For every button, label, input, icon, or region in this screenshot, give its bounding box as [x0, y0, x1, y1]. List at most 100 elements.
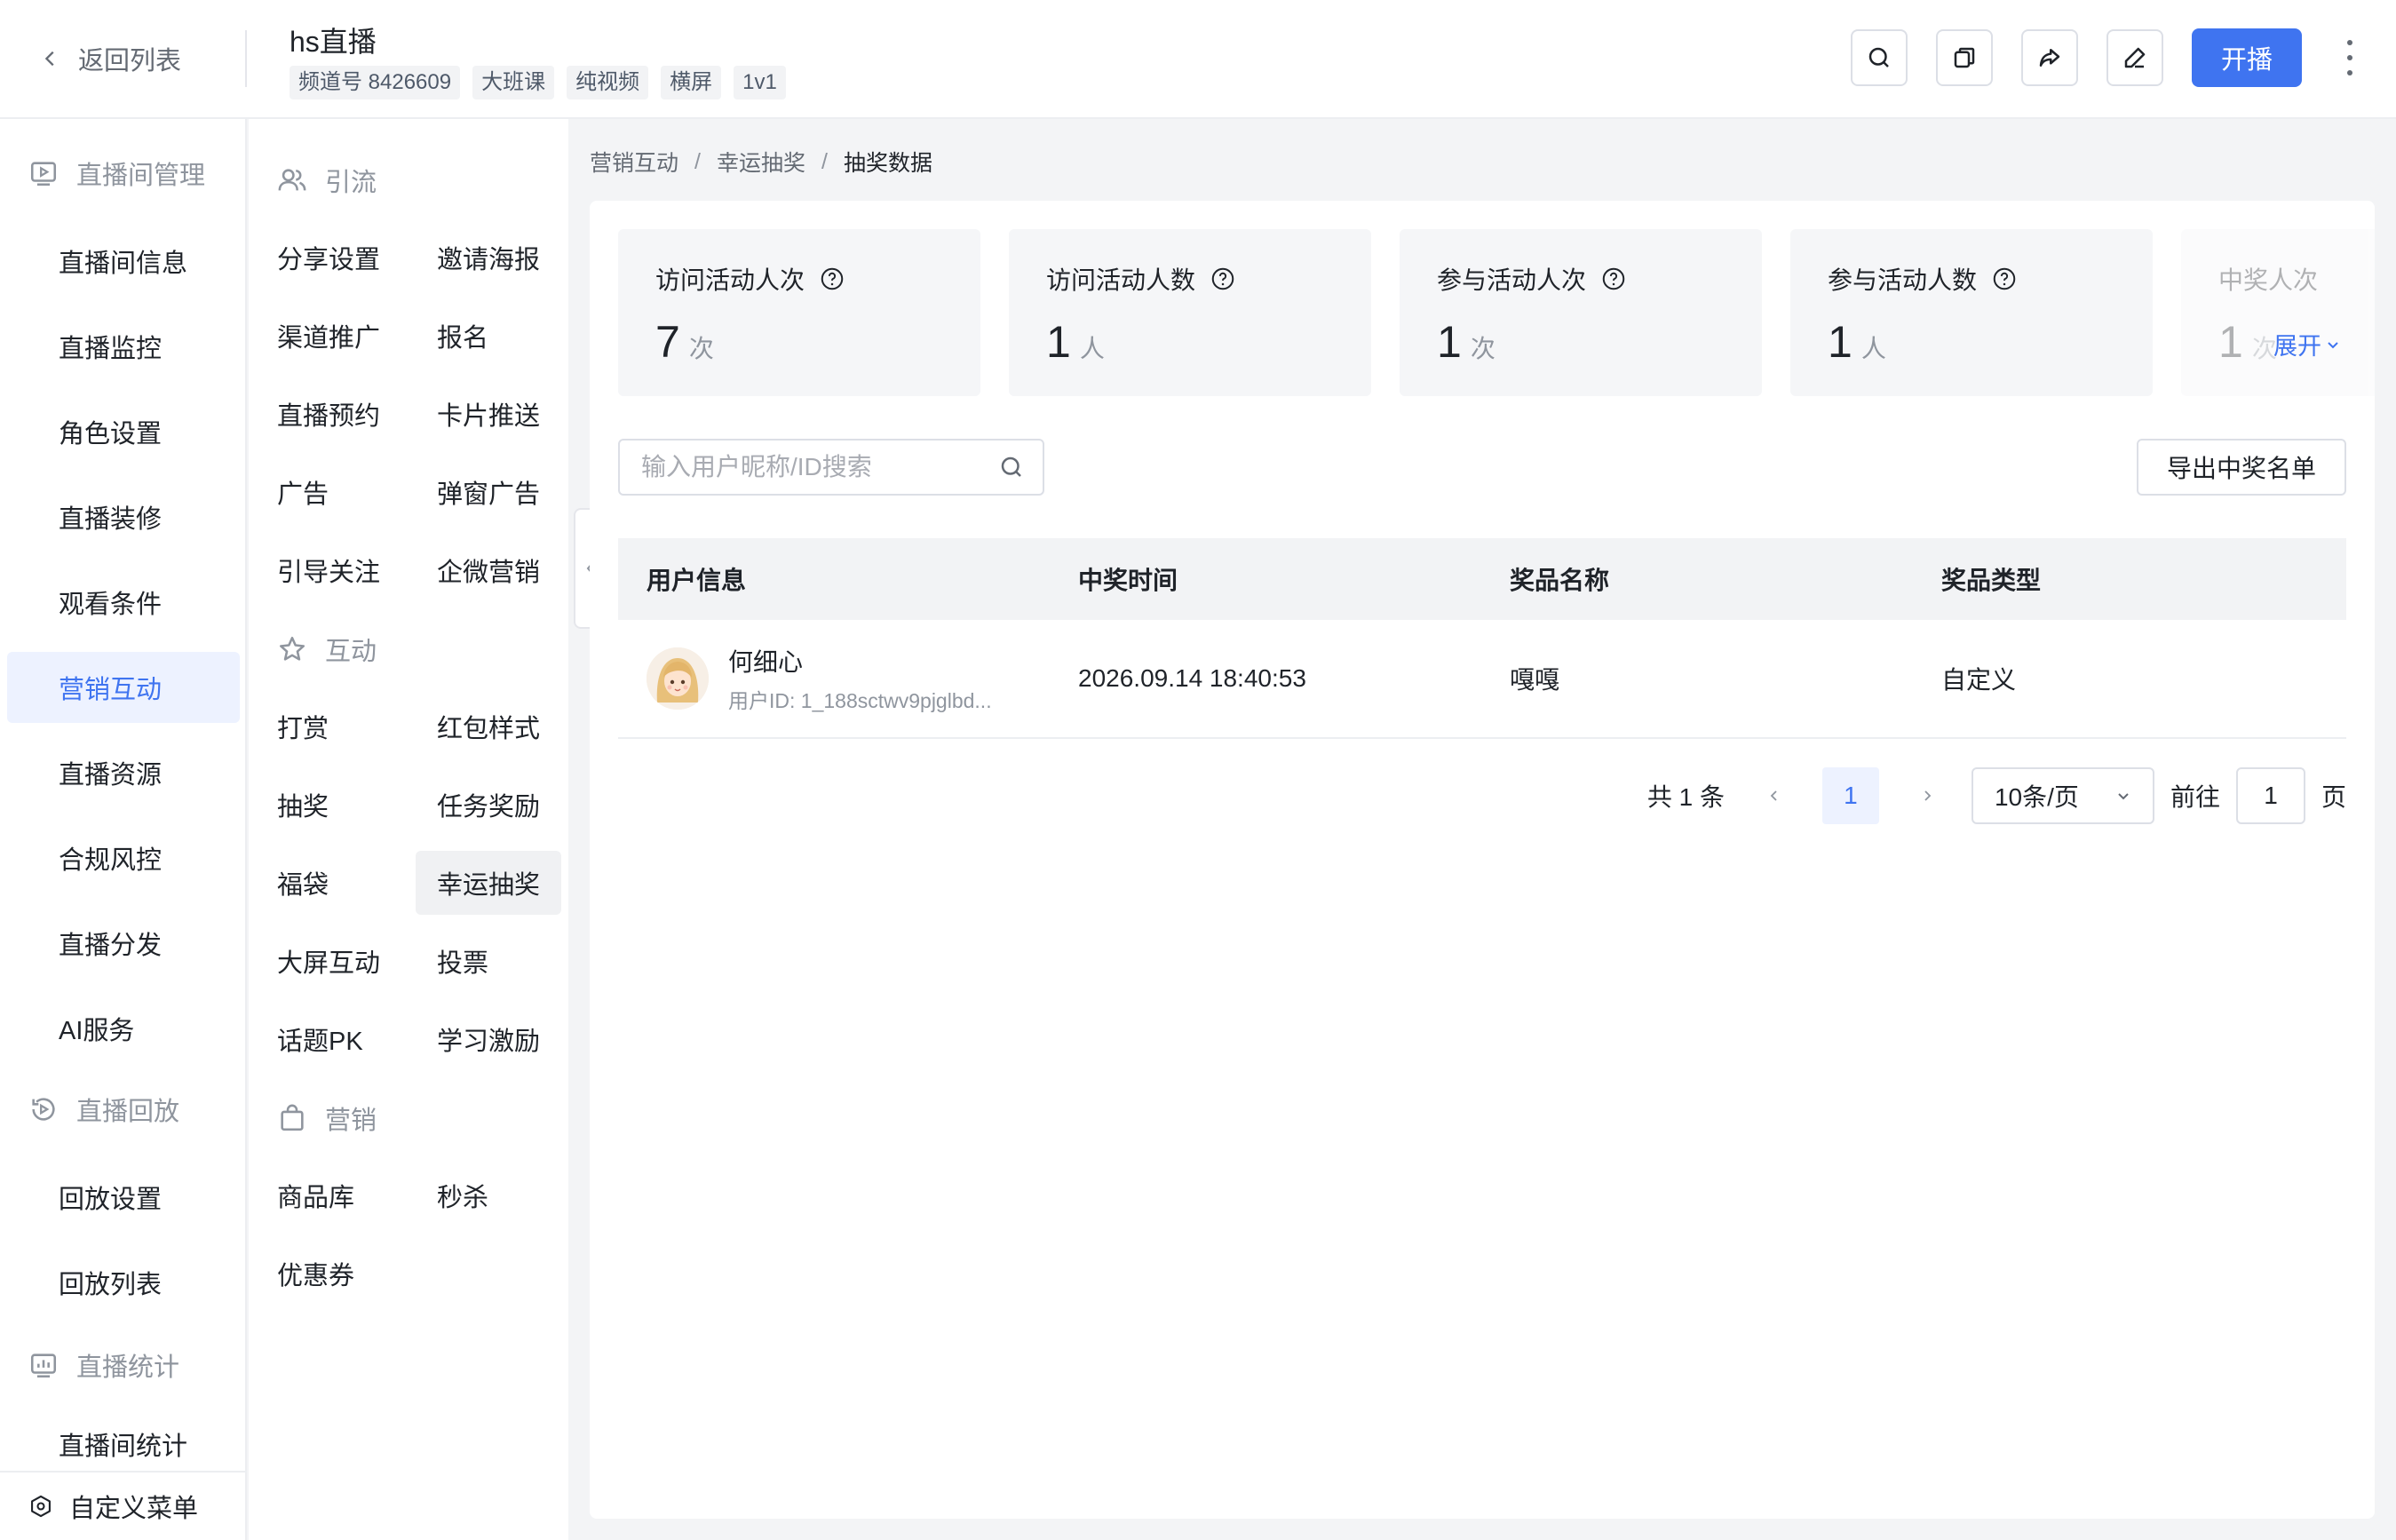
submenu-item-invite-poster[interactable]: 邀请海报	[416, 226, 561, 290]
page-number-button[interactable]: 1	[1821, 767, 1879, 824]
sidebar-item-watch-conditions[interactable]: 观看条件	[7, 567, 240, 638]
submenu-item-channel-promotion[interactable]: 渠道推广	[256, 304, 401, 368]
submenu-item-ads[interactable]: 广告	[256, 460, 401, 524]
goto-page-input[interactable]	[2235, 767, 2305, 824]
star-icon	[279, 636, 305, 661]
next-page-button[interactable]	[1909, 778, 1945, 814]
user-search-input[interactable]	[641, 453, 998, 481]
submenu-item-card-push[interactable]: 卡片推送	[416, 382, 561, 446]
stat-label: 参与活动人数	[1828, 266, 1978, 294]
submenu-item-guide-follow[interactable]: 引导关注	[256, 538, 401, 602]
search-icon	[1868, 47, 1889, 67]
help-circle-icon[interactable]	[1210, 266, 1236, 292]
sidebar-item-roles[interactable]: 角色设置	[7, 396, 240, 467]
chevron-down-icon	[2328, 341, 2338, 348]
submenu-item-lottery[interactable]: 抽奖	[256, 773, 401, 837]
mode-tag: 1v1	[734, 66, 786, 99]
breadcrumb-separator: /	[694, 148, 701, 174]
top-header: 返回列表 hs直播 频道号 8426609 大班课 纯视频 横屏 1v1 开播	[0, 0, 2396, 119]
page-size-select[interactable]: 10条/页	[1971, 767, 2154, 824]
submenu-group-traffic: 引流	[277, 162, 377, 199]
table-row: 何细心 用户ID: 1_188sctwv9pjglbd... 2026.09.1…	[618, 620, 2346, 739]
custom-menu-button[interactable]: 自定义菜单	[0, 1471, 245, 1540]
video-type-tag: 纯视频	[567, 66, 649, 99]
back-label: 返回列表	[78, 47, 182, 75]
user-search-box	[618, 439, 1044, 496]
sidebar-item-marketing[interactable]: 营销互动	[7, 652, 240, 723]
stat-label: 访问活动人数	[1046, 266, 1196, 294]
stat-value: 1	[2218, 317, 2243, 367]
submenu-item-tipping[interactable]: 打赏	[256, 695, 401, 758]
submenu-item-vote[interactable]: 投票	[416, 929, 561, 993]
back-to-list-button[interactable]: 返回列表	[41, 39, 181, 78]
submenu-item-lucky-draw[interactable]: 幸运抽奖	[416, 851, 561, 915]
breadcrumb-item-marketing[interactable]: 营销互动	[590, 146, 678, 178]
help-circle-icon[interactable]	[1600, 266, 1627, 292]
export-winners-button[interactable]: 导出中奖名单	[2137, 439, 2346, 496]
submenu-item-flash-sale[interactable]: 秒杀	[416, 1163, 561, 1227]
search-button[interactable]	[1851, 29, 1908, 86]
stat-value: 1	[1046, 317, 1071, 367]
sidebar-group-label: 直播间管理	[76, 162, 206, 190]
submenu-item-registration[interactable]: 报名	[416, 304, 561, 368]
share-button[interactable]	[2021, 29, 2078, 86]
sidebar-group-live-management: 直播间管理	[28, 155, 205, 192]
more-vertical-icon[interactable]	[2341, 40, 2359, 75]
sidebar-item-decoration[interactable]: 直播装修	[7, 481, 240, 552]
custom-menu-label: 自定义菜单	[69, 1495, 199, 1523]
submenu-item-wecom-marketing[interactable]: 企微营销	[416, 538, 561, 602]
help-circle-icon[interactable]	[819, 266, 845, 292]
stat-card-visit-users: 访问活动人数 1人	[1009, 229, 1371, 396]
search-icon[interactable]	[998, 454, 1025, 480]
win-time-cell: 2026.09.14 18:40:53	[1078, 664, 1306, 692]
submenu-item-product-library[interactable]: 商品库	[256, 1163, 401, 1227]
submenu-item-topic-pk[interactable]: 话题PK	[256, 1007, 401, 1071]
start-live-button[interactable]: 开播	[2192, 28, 2302, 87]
sidebar-item-room-info[interactable]: 直播间信息	[7, 226, 240, 297]
submenu-item-learning-incentive[interactable]: 学习激励	[416, 1007, 561, 1071]
stat-unit: 次	[688, 335, 714, 362]
sidebar-item-replay-settings[interactable]: 回放设置	[7, 1162, 240, 1233]
submenu-item-big-screen[interactable]: 大屏互动	[256, 929, 401, 993]
stat-label: 参与活动人次	[1437, 266, 1587, 294]
sidebar-item-ai-service[interactable]: AI服务	[7, 993, 240, 1064]
page-suffix: 页	[2321, 783, 2346, 811]
winners-table: 用户信息 中奖时间 奖品名称 奖品类型 何细心 用户ID: 1_188sctwv…	[618, 538, 2346, 739]
sidebar-item-compliance[interactable]: 合规风控	[7, 822, 240, 893]
copy-button[interactable]	[1936, 29, 1993, 86]
breadcrumb-item-lucky-draw[interactable]: 幸运抽奖	[717, 146, 805, 178]
stats-chart-icon	[30, 1353, 57, 1378]
user-id: 用户ID: 1_188sctwv9pjglbd...	[728, 689, 992, 712]
edit-button[interactable]	[2106, 29, 2163, 86]
pagination: 共 1 条 1 10条/页 前往 页	[1647, 767, 2346, 824]
stat-value: 1	[1437, 317, 1462, 367]
page-size-value: 10条/页	[1994, 783, 2079, 811]
shopping-bag-icon	[281, 1104, 304, 1131]
sidebar-item-room-stats[interactable]: 直播间统计	[7, 1417, 240, 1471]
chevron-left-icon	[1770, 790, 1777, 801]
expand-stats-button[interactable]: 展开	[2273, 327, 2341, 361]
stat-unit: 次	[1470, 335, 1496, 362]
lottery-data-panel: 访问活动人次 7次 访问活动人数 1人 参与活动人次 1次 参与活动人数 1人 …	[590, 201, 2375, 1519]
header-actions: 开播	[1851, 28, 2359, 87]
submenu-group-label: 引流	[325, 169, 377, 197]
submenu-item-lucky-bag[interactable]: 福袋	[256, 851, 401, 915]
submenu-item-share-settings[interactable]: 分享设置	[256, 226, 401, 290]
sidebar-item-monitor[interactable]: 直播监控	[7, 311, 240, 382]
submenu-item-red-packet-style[interactable]: 红包样式	[416, 695, 561, 758]
help-circle-icon[interactable]	[1991, 266, 2018, 292]
submenu-item-coupon[interactable]: 优惠券	[256, 1242, 401, 1306]
table-header: 用户信息 中奖时间 奖品名称 奖品类型	[618, 538, 2346, 620]
share-icon	[2039, 49, 2060, 67]
submenu-item-task-reward[interactable]: 任务奖励	[416, 773, 561, 837]
users-icon	[278, 169, 306, 191]
prev-page-button[interactable]	[1757, 778, 1792, 814]
submenu-group-marketing: 营销	[277, 1099, 377, 1137]
submenu-item-live-reservation[interactable]: 直播预约	[256, 382, 401, 446]
sidebar-item-distribution[interactable]: 直播分发	[7, 908, 240, 979]
submenu-item-popup-ads[interactable]: 弹窗广告	[416, 460, 561, 524]
column-header-win-time: 中奖时间	[1078, 567, 1178, 594]
stats-row: 访问活动人次 7次 访问活动人数 1人 参与活动人次 1次 参与活动人数 1人 …	[618, 229, 2375, 396]
sidebar-item-replay-list[interactable]: 回放列表	[7, 1247, 240, 1318]
sidebar-item-resources[interactable]: 直播资源	[7, 737, 240, 808]
